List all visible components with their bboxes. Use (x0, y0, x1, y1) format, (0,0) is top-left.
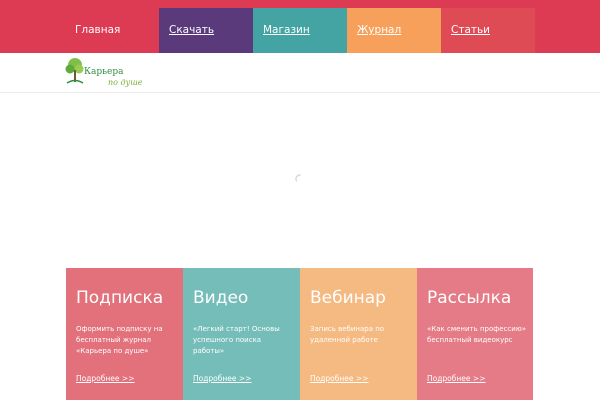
logo-text: Карьера (84, 67, 124, 77)
card-description: Запись вебинара по удаленной работе (310, 325, 385, 344)
video-card: Видео «Легкий старт! Основы успешного по… (183, 268, 300, 400)
card-description: «Как сменить профессию» бесплатный видео… (427, 325, 527, 344)
tree-icon (65, 58, 84, 84)
card-more-link[interactable]: Подробнее >> (76, 374, 134, 383)
card-title: Подписка (76, 288, 164, 308)
top-navigation-bar: Главная Скачать Магазин Журнал Статьи (0, 0, 600, 53)
card-title: Видео (193, 288, 249, 308)
card-description: «Легкий старт! Основы успешного поиска р… (193, 325, 280, 355)
loading-spinner-icon (295, 174, 301, 182)
subscribe-card: Подписка Оформить подписку на бесплатный… (66, 268, 183, 400)
card-title: Вебинар (310, 288, 386, 308)
logo-tagline: по душе (108, 78, 143, 87)
site-logo[interactable]: Карьера по душе (64, 56, 144, 92)
card-more-link[interactable]: Подробнее >> (193, 374, 251, 383)
card-more-link[interactable]: Подробнее >> (310, 374, 368, 383)
nav-item-journal[interactable]: Журнал (347, 8, 441, 53)
card-description: Оформить подписку на бесплатный журнал «… (76, 325, 163, 355)
nav-item-articles[interactable]: Статьи (441, 8, 535, 53)
nav-item-home[interactable]: Главная (65, 8, 159, 53)
card-title: Рассылка (427, 288, 512, 308)
mailing-card: Рассылка «Как сменить профессию» бесплат… (417, 268, 533, 400)
card-more-link[interactable]: Подробнее >> (427, 374, 485, 383)
nav-item-shop[interactable]: Магазин (253, 8, 347, 53)
nav-item-download[interactable]: Скачать (159, 8, 253, 53)
webinar-card: Вебинар Запись вебинара по удаленной раб… (300, 268, 417, 400)
header-divider (0, 92, 600, 93)
